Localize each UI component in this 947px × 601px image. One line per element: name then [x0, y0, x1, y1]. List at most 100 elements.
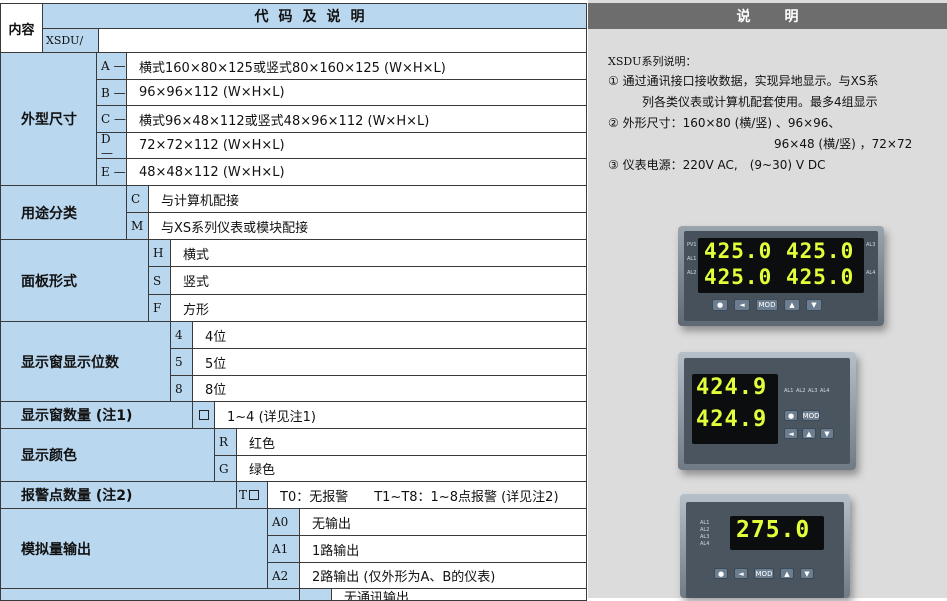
desc-usage-c: 与计算机配接	[149, 186, 587, 213]
header-blank	[99, 29, 587, 53]
cutoff-row-code	[300, 589, 332, 601]
device1-label: AL1	[687, 256, 697, 262]
code-analog-a0: A0	[272, 515, 289, 529]
code-analog-a2: A2	[272, 568, 289, 583]
desc-alarm: T0：无报警 T1~T8：1~8点报警 (详见注2)	[268, 482, 587, 509]
cutoff-row-desc: 无通讯输出	[332, 589, 587, 601]
device3-label: AL1	[700, 520, 710, 526]
category-label-size: 外型尺寸	[0, 53, 97, 186]
device-image-3: 275.0 AL1 AL2 AL3 AL4 ● ◄ MOD ▲ ▼	[680, 494, 850, 598]
notes-panel: 说明 XSDU系列说明： ① 通过通讯接口接收数据，实现异地显示。与XS系 列各…	[588, 0, 947, 598]
device1-reading: 425.0	[704, 265, 773, 289]
category-label-analog: 模拟量输出	[0, 509, 268, 589]
desc-d: 72×72×112 (W×H×L)	[127, 133, 587, 159]
code-digits-4: 4	[175, 328, 183, 342]
model-prefix: XSDU/	[43, 29, 99, 53]
device1-label: AL3	[866, 242, 876, 248]
desc-analog-a0: 无输出	[300, 509, 587, 536]
category-label-usage: 用途分类	[0, 186, 127, 240]
device1-button: ▼	[806, 299, 822, 311]
device2-label: AL4	[820, 388, 830, 394]
notes-item-1-line-2: 列各类仪表或计算机配套使用。最多4组显示	[642, 95, 878, 109]
device1-button: ◄	[734, 299, 750, 311]
device2-label: AL2	[796, 388, 806, 394]
cutoff-row-label	[0, 589, 300, 601]
code-b: B —	[101, 85, 126, 100]
device2-reading: 424.9	[696, 407, 768, 432]
device3-button: ▲	[780, 568, 794, 579]
notes-item-2-line-1: ② 外形尺寸：160×80 (横/竖) 、96×96、	[608, 116, 841, 130]
code-color-r: R	[219, 435, 229, 449]
table-header-title: 代码及说明	[43, 3, 587, 29]
alarm-code: T	[237, 482, 268, 509]
device1-button: ●	[712, 299, 728, 311]
window-count-code	[193, 402, 215, 429]
device3-button: ▼	[800, 568, 814, 579]
notes-series-title: XSDU系列说明：	[608, 55, 697, 68]
desc-c: 横式96×48×112或竖式48×96×112 (W×H×L)	[127, 106, 587, 133]
code-digits-5: 5	[175, 355, 183, 369]
device2-button: ▼	[820, 428, 834, 439]
device1-label: AL2	[687, 270, 697, 276]
device3-label: AL3	[700, 534, 710, 540]
notes-header-title: 说明	[588, 3, 947, 29]
device-image-2: 424.9 424.9 AL1 AL2 AL3 AL4 ● MOD ◄ ▲ ▼	[678, 352, 856, 470]
device3-button: ●	[714, 568, 728, 579]
device3-reading: 275.0	[736, 517, 811, 543]
device2-label: AL1	[784, 388, 794, 394]
device1-reading: 425.0	[704, 239, 773, 263]
code-panel-f: F	[153, 301, 162, 315]
device1-button: MOD	[756, 299, 778, 311]
device1-reading: 425.0	[786, 239, 855, 263]
category-label-digits: 显示窗显示位数	[0, 322, 171, 402]
desc-digits-4: 4位	[193, 322, 587, 349]
code-usage-c: C	[131, 192, 141, 206]
device3-button: ◄	[734, 568, 748, 579]
code-a: A —	[101, 59, 126, 73]
desc-digits-8: 8位	[193, 376, 587, 402]
desc-digits-5: 5位	[193, 349, 587, 376]
device2-reading: 424.9	[696, 375, 768, 400]
desc-window-count: 1~4 (详见注1)	[215, 402, 587, 429]
desc-analog-a2: 2路输出 (仅外形为A、B的仪表)	[300, 563, 587, 589]
desc-analog-a1: 1路输出	[300, 536, 587, 563]
category-label-window-count: 显示窗数量 (注1)	[0, 402, 193, 429]
code-alarm-t: T	[239, 488, 248, 502]
notes-item-1-line-1: ① 通过通讯接口接收数据，实现异地显示。与XS系	[608, 74, 879, 88]
desc-color-g: 绿色	[237, 456, 587, 482]
category-label-panel: 面板形式	[0, 240, 149, 322]
device1-label: AL4	[866, 270, 876, 276]
device2-label: AL3	[808, 388, 818, 394]
code-panel-s: S	[153, 273, 162, 288]
desc-panel-f: 方形	[171, 295, 587, 322]
desc-color-r: 红色	[237, 429, 587, 456]
code-color-g: G	[219, 461, 229, 476]
desc-a: 横式160×80×125或竖式80×160×125 (W×H×L)	[127, 53, 587, 80]
desc-b: 96×96×112 (W×H×L)	[127, 80, 587, 106]
code-e: E —	[101, 165, 126, 179]
category-label-alarm: 报警点数量 (注2)	[0, 482, 237, 509]
code-panel-h: H	[153, 246, 164, 260]
desc-panel-s: 竖式	[171, 267, 587, 295]
device1-button: ▲	[784, 299, 800, 311]
device1-reading: 425.0	[786, 265, 855, 289]
corner-label: 内容	[0, 3, 43, 53]
code-d: D —	[101, 131, 113, 160]
notes-item-3: ③ 仪表电源：220V AC, (9~30) V DC	[608, 158, 826, 172]
category-label-color: 显示颜色	[0, 429, 215, 482]
square-box-icon	[249, 490, 260, 500]
device3-button: MOD	[754, 568, 774, 579]
code-analog-a1: A1	[272, 542, 289, 556]
square-box-icon	[198, 410, 209, 420]
device-image-1: PV1 AL1 AL2 AL3 AL4 425.0 425.0 425.0 42…	[678, 226, 884, 326]
desc-panel-h: 横式	[171, 240, 587, 267]
code-usage-m: M	[131, 219, 144, 233]
desc-usage-m: 与XS系列仪表或模块配接	[149, 213, 587, 240]
device1-label: PV1	[687, 242, 697, 248]
code-c: C —	[101, 112, 126, 126]
device2-button: ◄	[784, 428, 798, 439]
code-digits-8: 8	[175, 381, 183, 396]
device2-button: ●	[784, 410, 798, 421]
device3-label: AL2	[700, 527, 710, 533]
device2-button: ▲	[802, 428, 816, 439]
